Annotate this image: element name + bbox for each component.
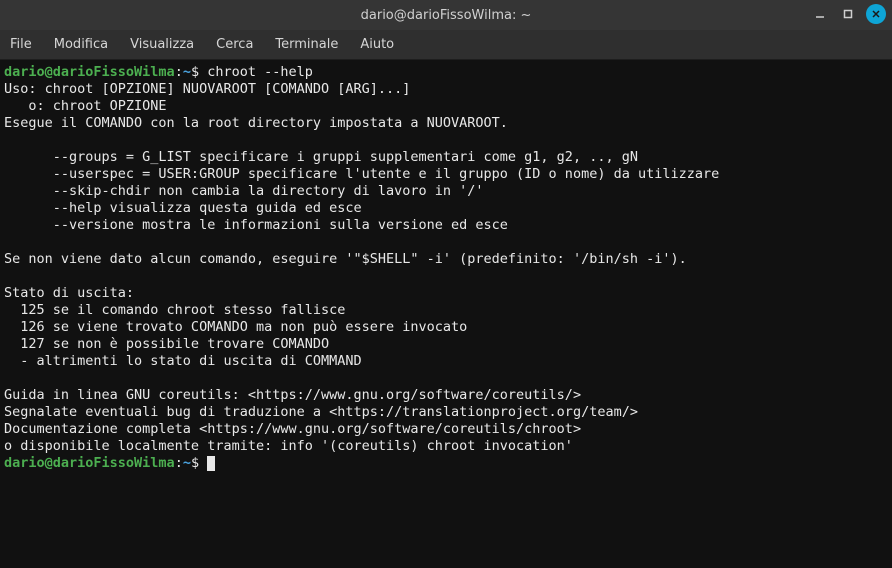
menu-cerca[interactable]: Cerca <box>214 33 255 56</box>
menu-terminale[interactable]: Terminale <box>273 33 340 56</box>
output-line: Se non viene dato alcun comando, eseguir… <box>4 251 687 267</box>
output-line: --userspec = USER:GROUP specificare l'ut… <box>4 166 719 182</box>
output-line: 125 se il comando chroot stesso fallisce <box>4 302 345 318</box>
terminal-area[interactable]: dario@darioFissoWilma:~$ chroot --help U… <box>0 60 892 568</box>
output-line: Documentazione completa <https://www.gnu… <box>4 421 581 437</box>
output-line: Uso: chroot [OPZIONE] NUOVAROOT [COMANDO… <box>4 81 410 97</box>
window-controls <box>810 4 886 24</box>
output-line: --skip-chdir non cambia la directory di … <box>4 183 484 199</box>
prompt-user: dario@darioFissoWilma <box>4 455 175 471</box>
menu-visualizza[interactable]: Visualizza <box>128 33 196 56</box>
output-line: --groups = G_LIST specificare i gruppi s… <box>4 149 638 165</box>
output-line: Guida in linea GNU coreutils: <https://w… <box>4 387 581 403</box>
output-line: 127 se non è possibile trovare COMANDO <box>4 336 329 352</box>
prompt-path: ~ <box>183 455 191 471</box>
prompt-sep2: $ <box>191 455 207 471</box>
prompt-sep2: $ <box>191 64 207 80</box>
output-line: Esegue il COMANDO con la root directory … <box>4 115 508 131</box>
close-button[interactable] <box>866 4 886 24</box>
command-1: chroot --help <box>207 64 313 80</box>
output-line: o disponibile localmente tramite: info '… <box>4 438 573 454</box>
maximize-button[interactable] <box>838 4 858 24</box>
menu-aiuto[interactable]: Aiuto <box>358 33 396 56</box>
output-line: --versione mostra le informazioni sulla … <box>4 217 508 233</box>
menubar: File Modifica Visualizza Cerca Terminale… <box>0 30 892 60</box>
output-line: o: chroot OPZIONE <box>4 98 167 114</box>
prompt-sep1: : <box>175 455 183 471</box>
menu-modifica[interactable]: Modifica <box>52 33 110 56</box>
window-title: dario@darioFissoWilma: ~ <box>0 8 892 23</box>
output-line: --help visualizza questa guida ed esce <box>4 200 362 216</box>
output-line: 126 se viene trovato COMANDO ma non può … <box>4 319 467 335</box>
prompt-sep1: : <box>175 64 183 80</box>
prompt-path: ~ <box>183 64 191 80</box>
output-line: Stato di uscita: <box>4 285 134 301</box>
titlebar: dario@darioFissoWilma: ~ <box>0 0 892 30</box>
output-line: - altrimenti lo stato di uscita di COMMA… <box>4 353 362 369</box>
prompt-user: dario@darioFissoWilma <box>4 64 175 80</box>
output-line: Segnalate eventuali bug di traduzione a … <box>4 404 638 420</box>
menu-file[interactable]: File <box>8 33 34 56</box>
cursor-icon <box>207 456 215 471</box>
minimize-button[interactable] <box>810 4 830 24</box>
